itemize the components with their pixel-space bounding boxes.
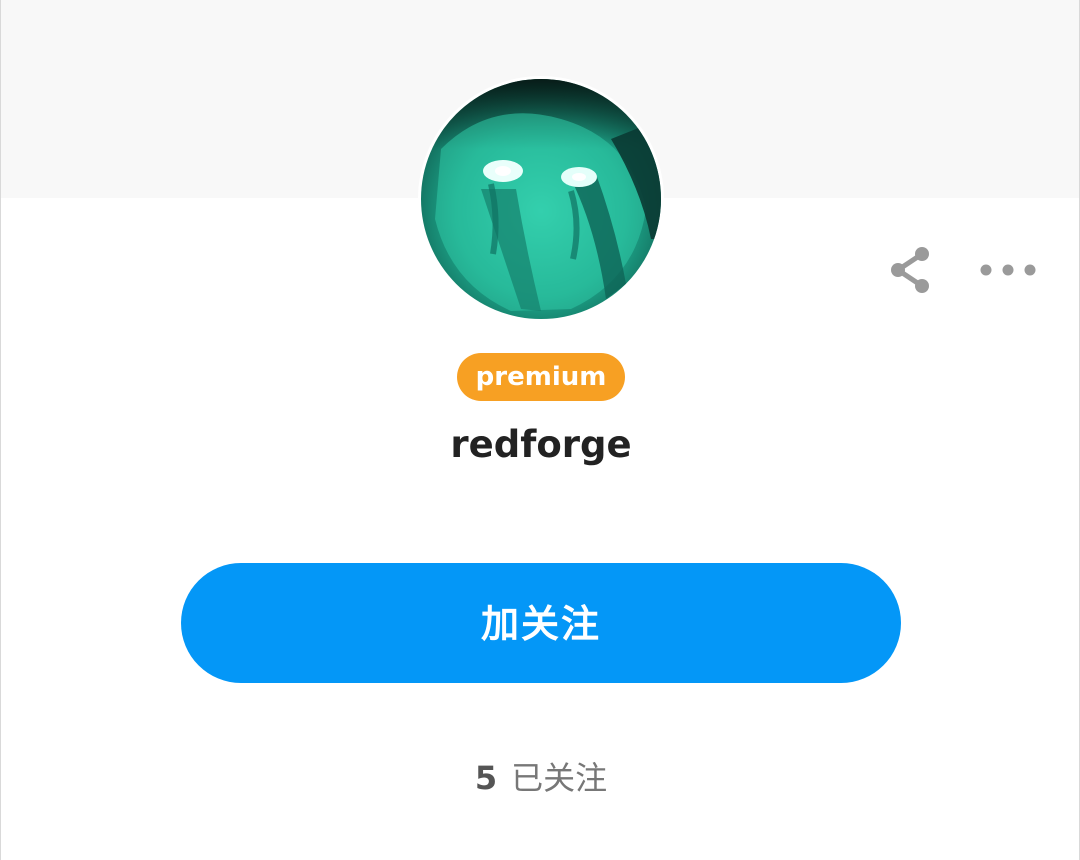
avatar[interactable] <box>418 76 664 322</box>
share-icon[interactable] <box>883 244 937 296</box>
avatar-image <box>421 79 661 319</box>
follow-button[interactable]: 加关注 <box>181 563 901 683</box>
more-horizontal-icon[interactable] <box>977 244 1039 296</box>
profile-page: premium redforge 加关注 5 已关注 <box>0 0 1080 860</box>
premium-badge: premium <box>457 353 625 401</box>
following-count: 5 <box>474 759 498 797</box>
username: redforge <box>450 423 632 466</box>
following-stat[interactable]: 5 已关注 <box>391 752 691 804</box>
following-label: 已关注 <box>511 759 608 797</box>
